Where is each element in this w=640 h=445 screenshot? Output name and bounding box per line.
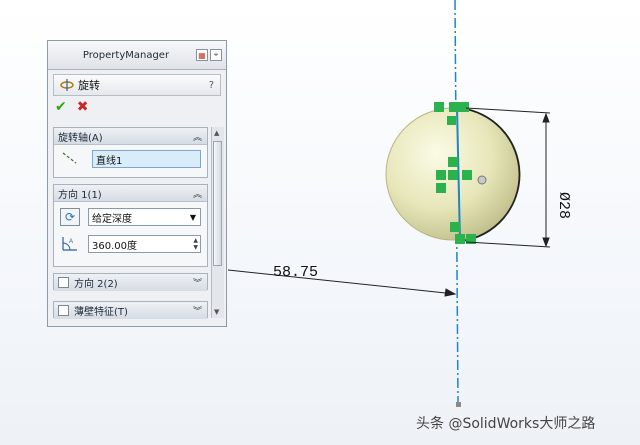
collapse-chevron-icon[interactable]: ︽ [193, 130, 202, 143]
thin-feature-section-header[interactable]: 薄壁特征(T) ︾ [54, 302, 207, 319]
direction2-section: 方向 2(2) ︾ [53, 273, 208, 291]
spinner-icon[interactable]: ▲ ▼ [193, 237, 198, 251]
axis-section-label: 旋转轴(A) [58, 132, 103, 144]
expand-chevron-icon[interactable]: ︾ [193, 276, 202, 289]
thin-feature-checkbox[interactable] [58, 305, 69, 316]
ok-check-icon[interactable]: ✔ [55, 99, 67, 115]
distance-dimension-label[interactable]: 58.75 [273, 264, 318, 281]
axis-selection-field[interactable]: 直线1 [92, 150, 201, 168]
display-toggle-icon[interactable]: ▦ [196, 49, 208, 61]
direction1-section: 方向 1(1) ︽ ⟳ 给定深度 ▼ A 360.00度 ▲ ▼ [53, 184, 208, 267]
scrollbar-thumb[interactable] [213, 141, 222, 266]
axis-endpoint [456, 402, 461, 407]
confirm-row: ✔ ✖ [48, 96, 226, 118]
pin-icon[interactable]: ⌖ [210, 49, 222, 61]
axis-selection-value: 直线1 [96, 155, 123, 167]
direction2-section-header[interactable]: 方向 2(2) ︾ [54, 274, 207, 291]
angle-input[interactable]: 360.00度 ▲ ▼ [88, 235, 201, 253]
distance-dimension[interactable] [227, 269, 457, 297]
direction1-section-label: 方向 1(1) [58, 189, 102, 201]
axis-section: 旋转轴(A) ︽ 直线1 [53, 127, 208, 178]
feature-title-bar: 旋转 ? [53, 74, 221, 96]
scroll-up-icon[interactable]: ▲ [214, 129, 219, 137]
collapse-chevron-icon[interactable]: ︽ [193, 187, 202, 200]
svg-text:A: A [69, 239, 73, 245]
thin-feature-section-label: 薄壁特征(T) [74, 307, 128, 318]
reverse-direction-button[interactable]: ⟳ [60, 208, 80, 226]
property-manager-header: PropertyManager ▦ ⌖ [48, 41, 226, 70]
direction1-section-header[interactable]: 方向 1(1) ︽ [54, 185, 207, 202]
panel-scrollbar[interactable]: ▲ ▼ [211, 127, 224, 318]
direction2-checkbox[interactable] [58, 277, 69, 288]
property-manager-title: PropertyManager [82, 49, 170, 61]
angle-value: 360.00度 [92, 240, 137, 252]
angle-icon: A [62, 237, 77, 251]
diameter-dimension-label[interactable]: Ø28 [555, 192, 572, 219]
revolve-icon [60, 79, 74, 91]
property-manager-panel: PropertyManager ▦ ⌖ 旋转 ? ✔ ✖ 旋转轴(A) ︽ 直线… [47, 40, 227, 327]
cancel-x-icon[interactable]: ✖ [77, 99, 89, 115]
reverse-direction-icon: ⟳ [64, 210, 76, 224]
expand-chevron-icon[interactable]: ︾ [193, 304, 202, 317]
scroll-down-icon[interactable]: ▼ [214, 308, 219, 316]
thin-feature-section: 薄壁特征(T) ︾ [53, 301, 208, 319]
end-condition-value: 给定深度 [92, 213, 132, 225]
axis-line-icon [62, 152, 77, 164]
sphere-center-point[interactable] [477, 175, 487, 185]
axis-section-header[interactable]: 旋转轴(A) ︽ [54, 128, 207, 145]
feature-name: 旋转 [78, 79, 100, 92]
watermark-text: 头条 @SolidWorks大师之路 [416, 416, 596, 432]
help-icon[interactable]: ? [209, 80, 214, 91]
direction2-section-label: 方向 2(2) [74, 279, 118, 290]
end-condition-select[interactable]: 给定深度 ▼ [88, 208, 201, 226]
chevron-down-icon: ▼ [189, 212, 196, 222]
